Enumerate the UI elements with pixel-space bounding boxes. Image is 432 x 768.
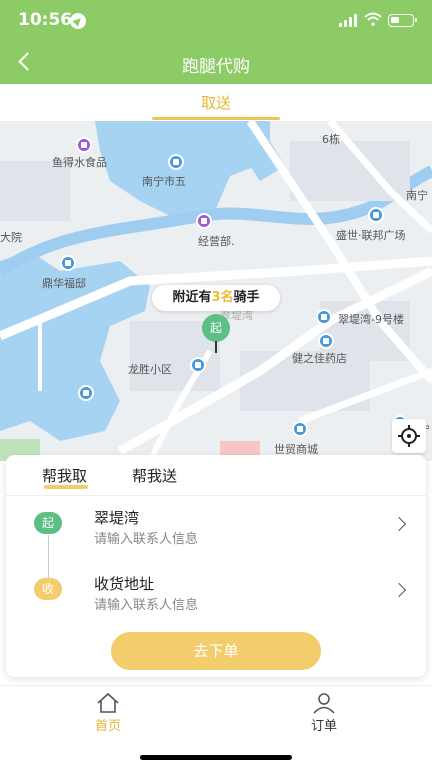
pickup-title: 翠堤湾 xyxy=(94,509,140,527)
pin-stem xyxy=(215,341,217,353)
app-header: 10:56 跑腿代购 xyxy=(0,0,432,84)
home-icon xyxy=(97,692,119,713)
pharmacy-poi-icon xyxy=(318,333,334,349)
pickup-badge: 起 xyxy=(34,512,62,534)
user-icon xyxy=(313,693,335,714)
building-poi-icon xyxy=(316,309,332,325)
chevron-right-icon xyxy=(391,516,407,532)
cellular-signal-icon xyxy=(339,14,359,27)
landmark-poi-icon xyxy=(168,154,184,170)
tab-active-indicator xyxy=(152,117,280,120)
map-label-business: 经营部. xyxy=(198,235,235,248)
shop-poi-icon xyxy=(196,213,212,229)
shop-poi-icon xyxy=(76,137,92,153)
map-label-dinghua: 鼎华福邸 xyxy=(42,277,86,290)
start-location-pin[interactable]: 起 xyxy=(202,314,230,342)
map-label-nanning-right: 南宁 xyxy=(406,189,428,202)
map-label-nanning5: 南宁市五 xyxy=(142,175,186,188)
place-order-button[interactable]: 去下单 xyxy=(111,632,321,670)
crosshair-icon xyxy=(398,425,420,447)
status-time: 10:56 xyxy=(18,10,73,30)
delivery-address-row[interactable]: 收货地址 请输入联系人信息 xyxy=(6,563,426,621)
building-poi-icon xyxy=(78,385,94,401)
nav-home[interactable]: 首页 xyxy=(58,690,158,740)
pickup-address-row[interactable]: 翠堤湾 请输入联系人信息 xyxy=(6,497,426,555)
page-title: 跑腿代购 xyxy=(182,57,250,77)
nearby-riders-notice: 附近有3名骑手 xyxy=(152,285,280,311)
map-view[interactable]: 鱼得水食品 6栋 南宁市五 南宁 经营部. 大院 盛世·联邦广场 鼎华福邸 翠堤… xyxy=(0,121,432,461)
rider-notice-suffix: 骑手 xyxy=(233,290,260,305)
location-services-icon xyxy=(70,13,86,29)
map-label-jianzhijia: 健之佳药店 xyxy=(292,352,347,365)
divider xyxy=(6,495,426,496)
delivery-badge: 收 xyxy=(34,578,62,600)
nav-orders[interactable]: 订单 xyxy=(274,690,374,740)
nav-orders-label: 订单 xyxy=(310,719,337,734)
rider-notice-prefix: 附近有 xyxy=(172,290,212,305)
status-bar: 10:56 xyxy=(0,0,432,42)
map-label-6dong: 6栋 xyxy=(322,133,340,146)
pickup-contact-hint: 请输入联系人信息 xyxy=(94,532,199,547)
map-label-shengshi: 盛世·联邦广场 xyxy=(336,229,406,242)
home-indicator xyxy=(140,755,292,760)
building-poi-icon xyxy=(292,421,308,437)
map-label-fish-shop: 鱼得水食品 xyxy=(52,156,107,169)
tab-help-deliver[interactable]: 帮我送 xyxy=(132,465,177,486)
locate-me-button[interactable] xyxy=(392,419,426,453)
map-label-longsheng: 龙胜小区 xyxy=(128,363,172,376)
delivery-title: 收货地址 xyxy=(94,575,155,593)
wifi-icon xyxy=(364,12,382,26)
chevron-right-icon xyxy=(391,582,407,598)
delivery-contact-hint: 请输入联系人信息 xyxy=(94,598,199,613)
order-card: 帮我取 帮我送 翠堤湾 请输入联系人信息 起 收货地址 请输入联系人信息 收 去… xyxy=(6,455,426,677)
building-poi-icon xyxy=(368,207,384,223)
building-poi-icon xyxy=(60,255,76,271)
map-label-cuitiwan9: 翠堤湾-9号楼 xyxy=(338,313,404,326)
building-poi-icon xyxy=(190,357,206,373)
rider-count: 3名 xyxy=(211,290,234,305)
mode-tab-indicator xyxy=(44,485,88,489)
battery-icon xyxy=(388,14,417,27)
tab-help-pickup[interactable]: 帮我取 xyxy=(42,465,87,486)
map-label-dayuan: 大院 xyxy=(0,231,22,244)
nav-home-label: 首页 xyxy=(94,719,121,734)
tab-pickup-delivery[interactable]: 取送 xyxy=(152,92,280,113)
